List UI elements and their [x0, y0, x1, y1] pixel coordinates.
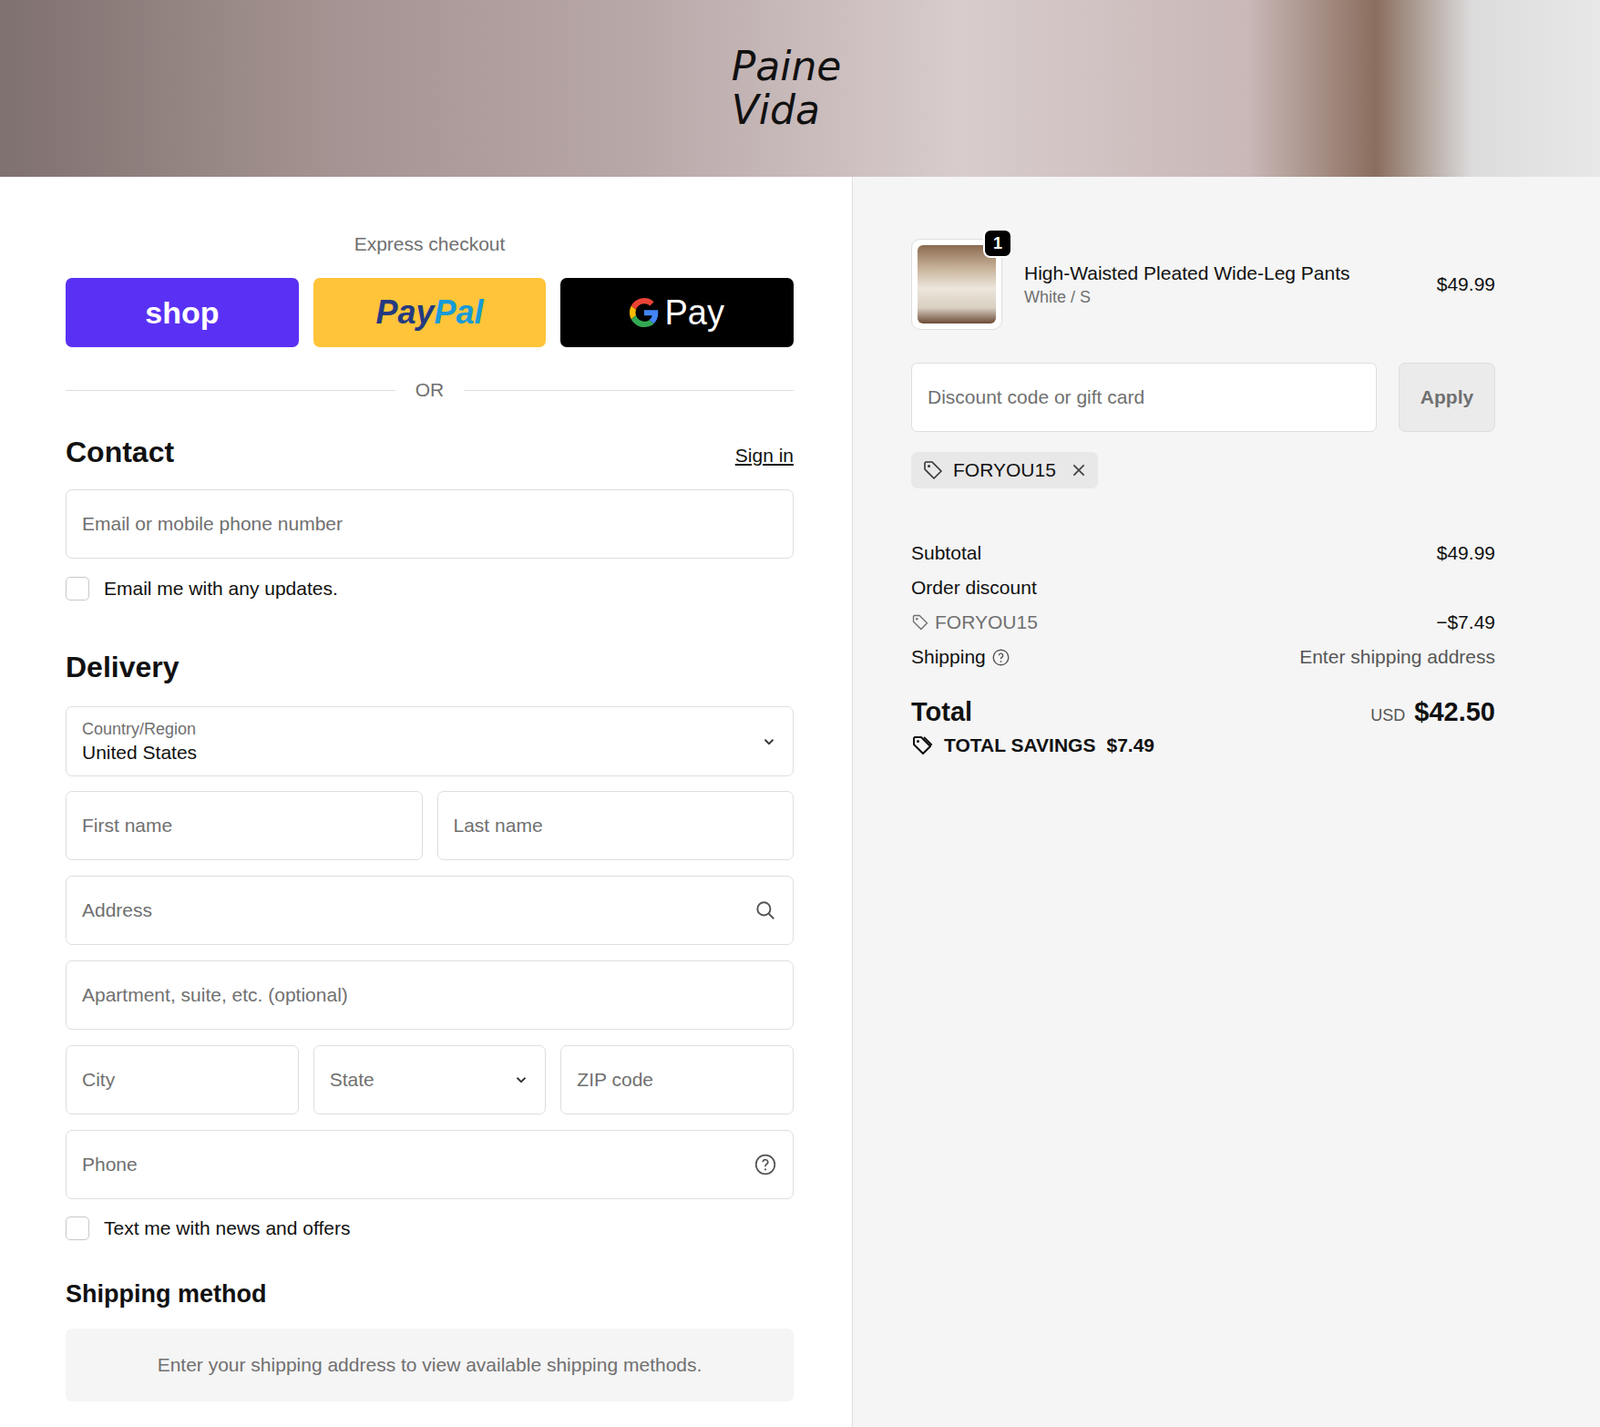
checkout-form: Express checkout shopPayPalPay OR Contact Si… — [0, 176, 852, 1427]
address-field[interactable]: Apartment, suite, etc. (optional) — [65, 960, 794, 1030]
address-field[interactable]: Address — [65, 875, 794, 945]
google-pay-button[interactable]: Pay — [560, 277, 794, 348]
order-summary: 1High-Waisted Pleated Wide-Leg PantsWhit… — [851, 176, 1600, 1427]
shipping-row: Shipping Enter shipping address — [911, 639, 1496, 675]
sms-offers-checkbox[interactable]: Text me with news and offers — [65, 1216, 794, 1241]
shop-pay-button[interactable]: shop — [65, 277, 299, 348]
checkbox[interactable] — [65, 1216, 90, 1241]
address-field[interactable]: First name — [65, 790, 423, 861]
checkout-page: PaineVida Express checkout shopPayPalPay OR… — [0, 0, 1600, 1427]
email-field[interactable]: Email or mobile phone number — [65, 489, 794, 559]
or-divider: OR — [65, 379, 794, 401]
address-field[interactable]: Phone — [65, 1129, 794, 1200]
shipping-method-note: Enter your shipping address to view avai… — [65, 1328, 794, 1402]
order-discount-row: Order discount — [911, 570, 1496, 606]
total-row: TotalUSD$42.50 — [911, 694, 1496, 729]
search-icon — [753, 898, 778, 923]
discount-field[interactable]: Discount code or gift card — [911, 362, 1377, 432]
tag-icon — [911, 613, 930, 632]
country-select[interactable]: Country/RegionUnited States — [65, 706, 794, 777]
address-field[interactable]: City — [65, 1045, 299, 1115]
sign-in-link[interactable]: Sign in — [735, 444, 794, 467]
address-field[interactable]: State — [313, 1045, 547, 1115]
apply-button[interactable]: Apply — [1398, 362, 1496, 432]
checkbox[interactable] — [65, 576, 90, 601]
delivery-heading: Delivery — [65, 650, 794, 684]
cart-item: 1High-Waisted Pleated Wide-Leg PantsWhit… — [911, 238, 1496, 330]
contact-heading: Contact — [65, 435, 175, 469]
tag-icon — [922, 459, 944, 482]
help-icon[interactable] — [753, 1152, 778, 1177]
discount-code-row: FORYOU15−$7.49 — [911, 605, 1496, 640]
shipping-method-heading: Shipping method — [65, 1279, 794, 1309]
quantity-badge: 1 — [983, 228, 1013, 258]
email-updates-checkbox[interactable]: Email me with any updates. — [65, 576, 794, 601]
product-thumbnail: 1 — [911, 238, 1003, 330]
discount-chip: FORYOU15 — [911, 451, 1098, 489]
subtotal-row: Subtotal$49.99 — [911, 535, 1496, 571]
store-logo[interactable]: PaineVida — [731, 44, 842, 134]
savings-tag-icon — [911, 734, 934, 757]
remove-icon[interactable] — [1070, 461, 1088, 479]
express-title: Express checkout — [65, 233, 794, 256]
total-savings: TOTAL SAVINGS$7.49 — [911, 734, 1496, 757]
google-icon — [629, 297, 659, 328]
banner: PaineVida — [0, 0, 1600, 177]
paypal-button[interactable]: PayPal — [313, 277, 547, 348]
address-field[interactable]: Last name — [437, 790, 795, 861]
help-icon[interactable] — [991, 647, 1011, 667]
chevron-down-icon — [512, 1071, 530, 1088]
address-field[interactable]: ZIP code — [560, 1045, 794, 1115]
chevron-down-icon — [760, 733, 778, 750]
